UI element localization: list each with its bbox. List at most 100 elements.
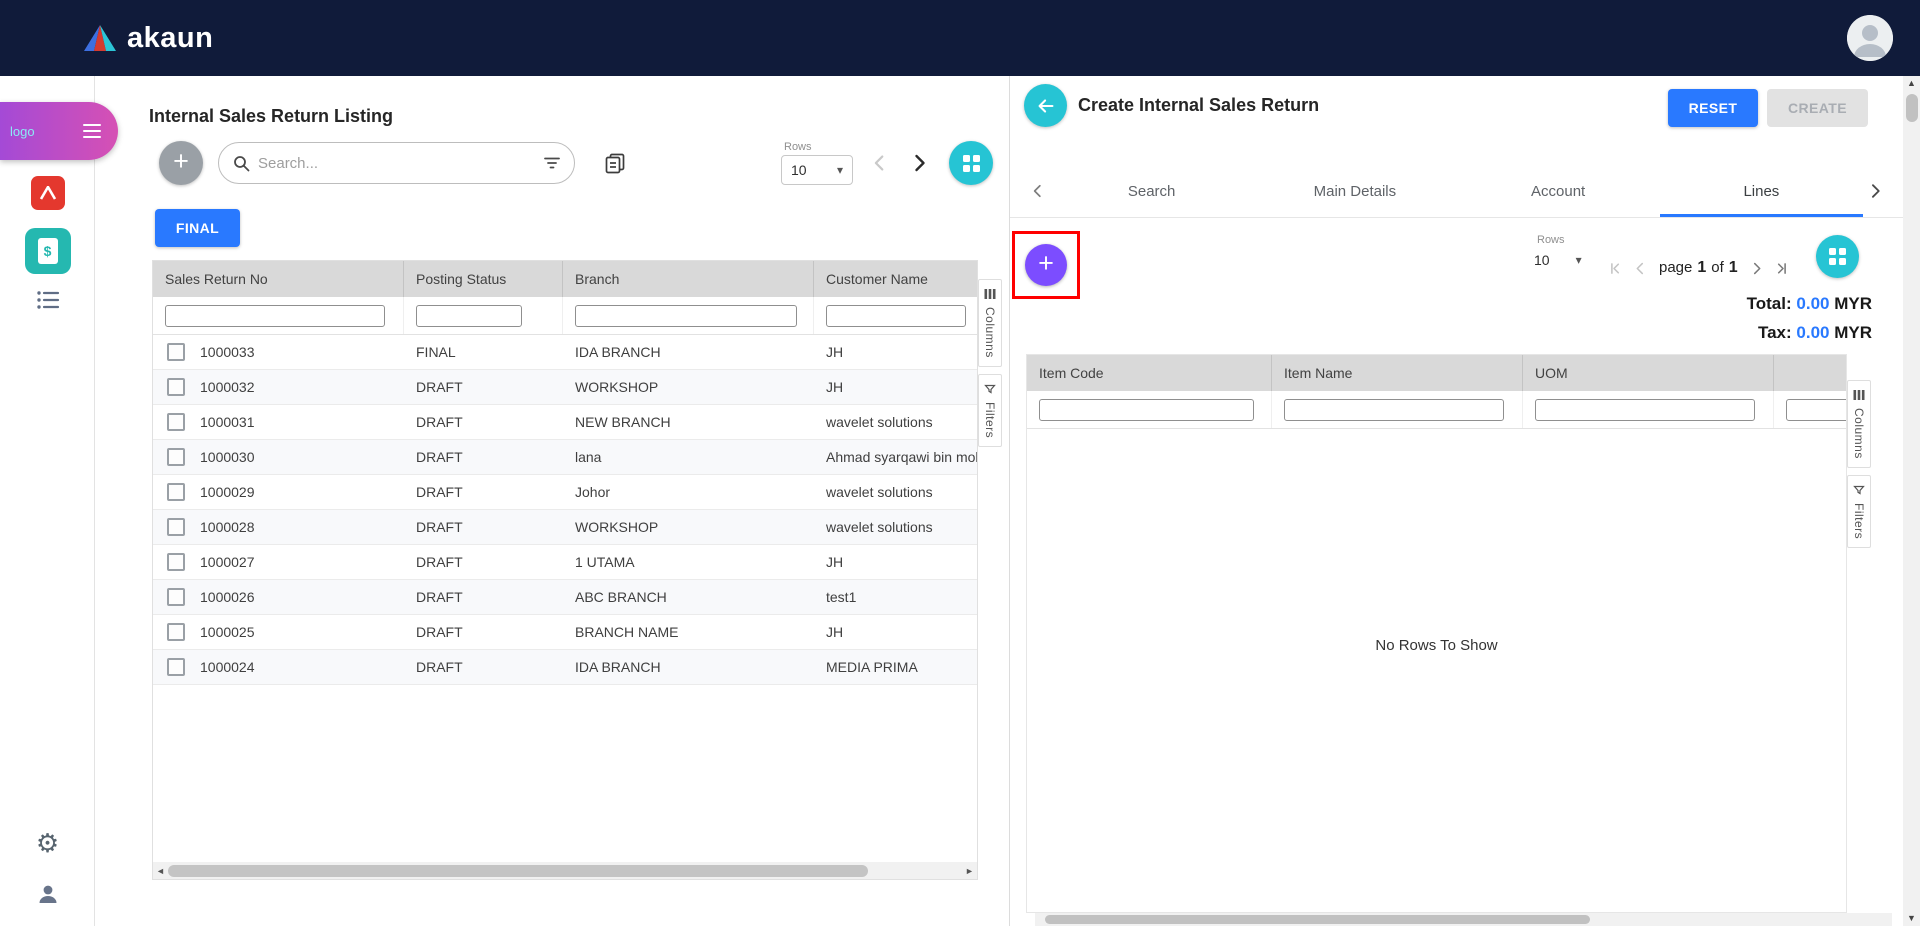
- table-row[interactable]: 1000026 DRAFT ABC BRANCH test1: [153, 580, 977, 615]
- last-page-button[interactable]: [1772, 260, 1789, 277]
- filters-side-tab[interactable]: Filters: [978, 374, 1002, 447]
- column-header-item-code[interactable]: Item Code: [1027, 355, 1272, 391]
- row-checkbox[interactable]: [167, 658, 185, 676]
- scrollbar-thumb[interactable]: [1045, 915, 1590, 924]
- scrollbar-thumb[interactable]: [168, 865, 868, 877]
- list-module-icon[interactable]: [36, 290, 60, 315]
- table-row[interactable]: 1000030 DRAFT lana Ahmad syarqawi bin mo…: [153, 440, 977, 475]
- scrollbar-track[interactable]: [1903, 91, 1920, 911]
- sidebar-logo-pill[interactable]: logo: [0, 102, 118, 160]
- akaun-logo-icon: [83, 24, 117, 52]
- tab-search[interactable]: Search: [1050, 165, 1253, 217]
- column-header-branch[interactable]: Branch: [563, 261, 814, 297]
- filter-input-branch[interactable]: [575, 305, 797, 327]
- next-page-button[interactable]: [907, 151, 931, 175]
- table-row[interactable]: 1000029 DRAFT Johor wavelet solutions: [153, 475, 977, 510]
- cell-branch: lana: [563, 449, 601, 465]
- final-status-filter-button[interactable]: FINAL: [155, 209, 240, 247]
- column-header-sales-return-no[interactable]: Sales Return No: [153, 261, 404, 297]
- chevron-right-icon: [1865, 181, 1885, 201]
- scroll-down-arrow-icon[interactable]: ▼: [1903, 911, 1920, 926]
- duplicate-view-button[interactable]: [603, 151, 627, 175]
- scroll-right-arrow-icon[interactable]: ►: [962, 866, 977, 876]
- row-checkbox[interactable]: [167, 623, 185, 641]
- menu-toggle-icon[interactable]: [82, 123, 102, 139]
- last-page-icon: [1772, 260, 1789, 277]
- horizontal-scrollbar[interactable]: [1035, 913, 1892, 926]
- grid-icon: [963, 155, 980, 172]
- settings-gear-icon[interactable]: ⚙: [36, 830, 59, 856]
- row-checkbox[interactable]: [167, 518, 185, 536]
- horizontal-scrollbar[interactable]: ◄ ►: [153, 862, 977, 879]
- grid-view-button[interactable]: [1816, 235, 1859, 278]
- form-title: Create Internal Sales Return: [1078, 95, 1319, 116]
- cell-branch: 1 UTAMA: [563, 554, 635, 570]
- row-checkbox[interactable]: [167, 588, 185, 606]
- profile-person-icon[interactable]: [36, 882, 60, 906]
- back-button[interactable]: [1024, 84, 1067, 127]
- next-page-button[interactable]: [1748, 260, 1765, 277]
- scroll-up-arrow-icon[interactable]: ▲: [1903, 76, 1920, 91]
- row-checkbox[interactable]: [167, 343, 185, 361]
- lines-pagination: page 1 of 1: [1608, 254, 1789, 282]
- row-checkbox[interactable]: [167, 553, 185, 571]
- filter-input-sales-return-no[interactable]: [165, 305, 385, 327]
- row-checkbox[interactable]: [167, 413, 185, 431]
- accounting-app-icon[interactable]: $: [25, 228, 71, 274]
- table-row[interactable]: 1000027 DRAFT 1 UTAMA JH: [153, 545, 977, 580]
- table-row[interactable]: 1000025 DRAFT BRANCH NAME JH: [153, 615, 977, 650]
- tabs-scroll-left-button[interactable]: [1026, 165, 1050, 217]
- grid-view-button[interactable]: [949, 141, 993, 185]
- sidebar-footer: ⚙: [0, 830, 95, 926]
- previous-page-button[interactable]: [869, 152, 891, 174]
- filters-side-tab[interactable]: Filters: [1847, 475, 1871, 548]
- table-row[interactable]: 1000024 DRAFT IDA BRANCH MEDIA PRIMA: [153, 650, 977, 685]
- filter-input-partial[interactable]: [1786, 399, 1846, 421]
- filter-input-uom[interactable]: [1535, 399, 1755, 421]
- filter-input-item-name[interactable]: [1284, 399, 1504, 421]
- column-header-customer-name[interactable]: Customer Name: [814, 261, 977, 297]
- search-input[interactable]: [258, 155, 536, 172]
- rows-label: Rows: [1537, 234, 1582, 246]
- table-row[interactable]: 1000033 FINAL IDA BRANCH JH: [153, 335, 977, 370]
- table-row[interactable]: 1000032 DRAFT WORKSHOP JH: [153, 370, 977, 405]
- tab-lines[interactable]: Lines: [1660, 165, 1863, 217]
- pdf-app-icon[interactable]: [31, 176, 65, 210]
- filter-input-customer-name[interactable]: [826, 305, 966, 327]
- first-page-button[interactable]: [1608, 260, 1625, 277]
- row-checkbox[interactable]: [167, 448, 185, 466]
- cell-customer-name: JH: [814, 344, 843, 360]
- columns-side-tab[interactable]: Columns: [978, 279, 1002, 367]
- columns-side-tab[interactable]: Columns: [1847, 380, 1871, 468]
- filter-lines-icon[interactable]: [544, 156, 560, 170]
- rows-per-page-select[interactable]: 10 ▾: [1534, 252, 1582, 268]
- table-row[interactable]: 1000028 DRAFT WORKSHOP wavelet solutions: [153, 510, 977, 545]
- tab-main-details[interactable]: Main Details: [1253, 165, 1456, 217]
- rows-per-page-select[interactable]: 10 ▾: [781, 155, 853, 185]
- previous-page-button[interactable]: [1632, 260, 1649, 277]
- filter-input-item-code[interactable]: [1039, 399, 1254, 421]
- tabs-scroll-right-button[interactable]: [1863, 165, 1887, 217]
- row-checkbox[interactable]: [167, 483, 185, 501]
- user-avatar[interactable]: [1847, 15, 1893, 61]
- add-sales-return-button[interactable]: +: [159, 141, 203, 185]
- scrollbar-thumb[interactable]: [1906, 94, 1918, 122]
- column-header-item-name[interactable]: Item Name: [1272, 355, 1523, 391]
- vertical-scrollbar[interactable]: ▲ ▼: [1903, 76, 1920, 926]
- scroll-left-arrow-icon[interactable]: ◄: [153, 866, 168, 876]
- column-header-uom[interactable]: UOM: [1523, 355, 1774, 391]
- cell-customer-name: wavelet solutions: [814, 519, 933, 535]
- create-button[interactable]: CREATE: [1767, 89, 1868, 127]
- brand[interactable]: akaun: [83, 22, 213, 55]
- filter-input-posting-status[interactable]: [416, 305, 522, 327]
- cell-branch: BRANCH NAME: [563, 624, 678, 640]
- tab-account[interactable]: Account: [1457, 165, 1660, 217]
- avatar-person-icon: [1847, 15, 1893, 61]
- cell-posting-status: DRAFT: [404, 449, 463, 465]
- cell-sales-return-no: 1000033: [200, 344, 255, 360]
- column-header-posting-status[interactable]: Posting Status: [404, 261, 563, 297]
- table-row[interactable]: 1000031 DRAFT NEW BRANCH wavelet solutio…: [153, 405, 977, 440]
- row-checkbox[interactable]: [167, 378, 185, 396]
- reset-button[interactable]: RESET: [1668, 89, 1758, 127]
- copy-icon: [603, 151, 627, 175]
